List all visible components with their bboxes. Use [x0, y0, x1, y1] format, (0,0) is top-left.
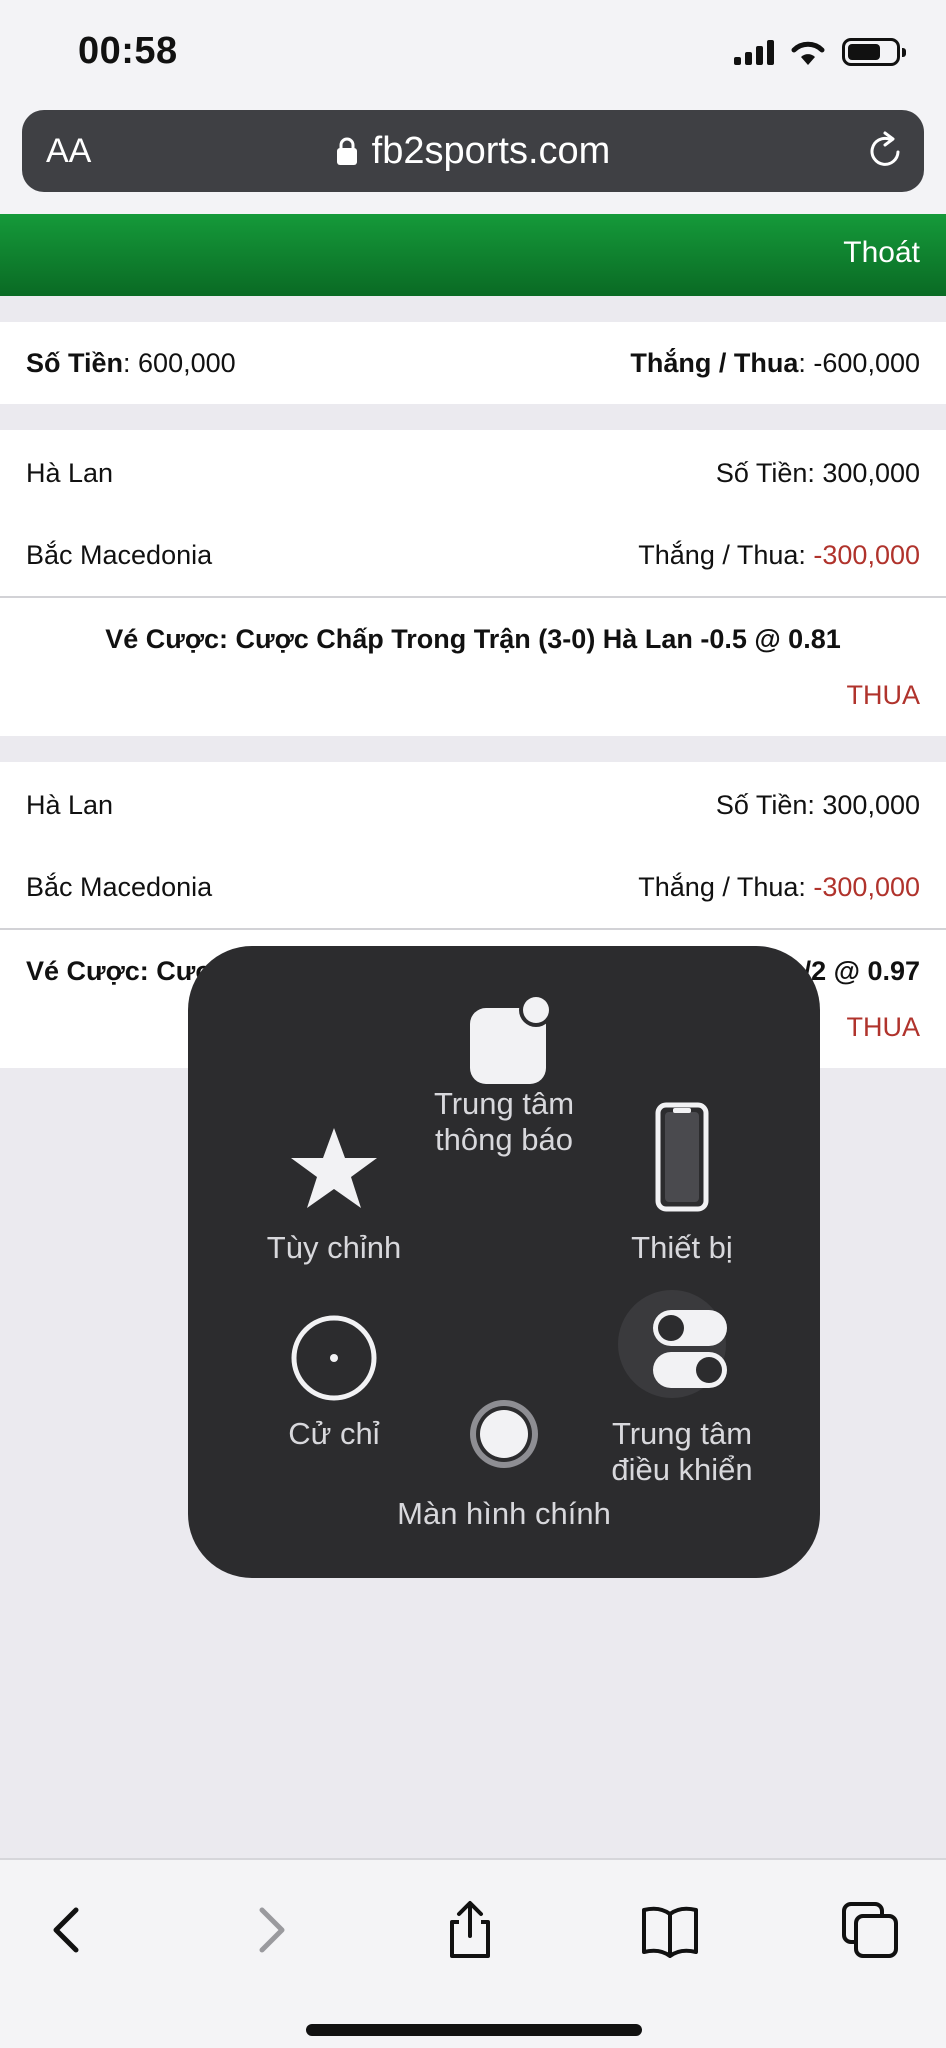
- label-line: thông báo: [435, 1122, 573, 1157]
- wifi-icon: [791, 41, 825, 65]
- away-team: Bắc Macedonia: [26, 872, 213, 902]
- summary-winloss-label: Thắng / Thua: [630, 348, 799, 378]
- browser-toolbar: [0, 1858, 946, 2048]
- reload-icon[interactable]: [864, 130, 906, 172]
- customize-item[interactable]: Tùy chỉnh: [244, 1118, 424, 1266]
- cellular-signal-icon: [734, 39, 774, 65]
- logout-button[interactable]: Thoát: [843, 236, 920, 270]
- home-team: Hà Lan: [26, 790, 114, 820]
- device-item[interactable]: Thiết bị: [592, 1102, 772, 1266]
- bet-amount: Số Tiền: 300,000: [715, 458, 920, 488]
- tabs-icon[interactable]: [840, 1900, 900, 1960]
- bet-amount: Số Tiền: 300,000: [715, 790, 920, 820]
- battery-icon: [842, 38, 906, 66]
- home-indicator: [306, 2024, 642, 2036]
- url-text: fb2sports.com: [371, 129, 611, 172]
- notification-center-item[interactable]: Trung tâm thông báo: [398, 986, 610, 1158]
- bet-match-1: Hà Lan Số Tiền: 300,000 Bắc Macedonia Th…: [0, 430, 946, 598]
- bet-winloss-label: Thắng / Thua:: [638, 872, 814, 902]
- bet-winloss: Thắng / Thua: -300,000: [638, 872, 920, 903]
- bet-winloss-value: -300,000: [813, 872, 920, 902]
- bookmarks-icon[interactable]: [640, 1900, 700, 1960]
- notification-icon: [470, 993, 553, 1084]
- status-time: 00:58: [78, 30, 178, 72]
- notification-center-label: Trung tâm thông báo: [434, 1086, 574, 1158]
- bet-winloss-value: -300,000: [813, 540, 920, 570]
- gesture-icon: [291, 1315, 377, 1401]
- url-field[interactable]: fb2sports.com: [22, 110, 924, 192]
- home-button-icon: [470, 1400, 538, 1468]
- bet-winloss-label: Thắng / Thua:: [638, 540, 814, 570]
- share-icon[interactable]: [440, 1900, 500, 1960]
- status-icons: [734, 34, 906, 70]
- away-team: Bắc Macedonia: [26, 540, 213, 570]
- home-label: Màn hình chính: [397, 1496, 611, 1531]
- lock-icon: [336, 137, 357, 165]
- address-bar[interactable]: AA fb2sports.com: [22, 110, 924, 192]
- star-icon: [291, 1128, 377, 1208]
- summary-winloss: Thắng / Thua: -600,000: [630, 348, 920, 379]
- summary-winloss-value: : -600,000: [798, 348, 920, 378]
- bet-result: THUA: [846, 680, 921, 710]
- bet-winloss: Thắng / Thua: -300,000: [638, 540, 920, 571]
- ticket-description: Vé Cược: Cược Chấp Trong Trận (3-0) Hà L…: [105, 624, 841, 654]
- bet-summary: Số Tiền: 600,000 Thắng / Thua: -600,000: [0, 322, 946, 404]
- summary-amount-value: : 600,000: [123, 348, 236, 378]
- summary-amount: Số Tiền: 600,000: [26, 348, 236, 379]
- summary-amount-label: Số Tiền: [26, 348, 124, 378]
- home-item[interactable]: Màn hình chính: [354, 1396, 654, 1532]
- customize-label: Tùy chỉnh: [266, 1230, 402, 1265]
- top-chrome: 00:58 AA fb2sports.com: [0, 0, 946, 214]
- device-label: Thiết bị: [631, 1230, 733, 1265]
- site-header: Thoát: [0, 214, 946, 296]
- ticket-description-end: /2 @ 0.97: [803, 956, 920, 986]
- assistive-touch-menu: Trung tâm thông báo Tùy chỉnh Thiết bị C…: [188, 946, 820, 1578]
- bet-result: THUA: [846, 1012, 921, 1042]
- back-icon[interactable]: [36, 1900, 96, 1960]
- home-team: Hà Lan: [26, 458, 114, 488]
- label-line: Trung tâm: [433, 1086, 575, 1121]
- forward-icon[interactable]: [242, 1900, 302, 1960]
- phone-icon: [655, 1102, 709, 1212]
- bet-match-2: Hà Lan Số Tiền: 300,000 Bắc Macedonia Th…: [0, 762, 946, 930]
- bet-ticket-1: Vé Cược: Cược Chấp Trong Trận (3-0) Hà L…: [0, 598, 946, 736]
